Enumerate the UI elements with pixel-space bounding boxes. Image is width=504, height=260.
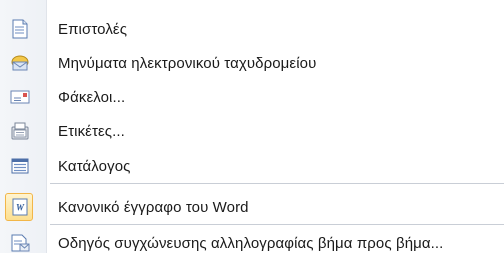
menu-item-label: Επιστολές — [58, 20, 128, 38]
envelope-icon — [8, 85, 32, 109]
menu-item-envelopes[interactable]: Φάκελοι... — [0, 80, 504, 114]
start-mail-merge-menu: Επιστολές Μηνύματα ηλεκτρονικού ταχυδρομ… — [0, 0, 504, 253]
menu-separator — [50, 224, 504, 225]
mail-merge-wizard-icon — [8, 231, 32, 255]
menu-item-label: Οδηγός συγχώνευσης αλληλογραφίας βήμα πρ… — [58, 234, 444, 252]
directory-list-icon — [8, 154, 32, 178]
menu-item-label: Κατάλογος — [58, 157, 131, 175]
menu-item-label: Κανονικό έγγραφο του Word — [58, 198, 249, 216]
menu-item-mail-merge-wizard[interactable]: Οδηγός συγχώνευσης αλληλογραφίας βήμα πρ… — [0, 226, 504, 260]
menu-item-normal-word-document[interactable]: W Κανονικό έγγραφο του Word — [0, 190, 504, 224]
labels-icon — [8, 119, 32, 143]
menu-item-email-messages[interactable]: Μηνύματα ηλεκτρονικού ταχυδρομείου — [0, 46, 504, 80]
email-message-icon — [8, 51, 32, 75]
word-document-icon: W — [8, 195, 32, 219]
menu-item-label: Φάκελοι... — [58, 88, 126, 106]
svg-text:W: W — [16, 203, 25, 213]
letter-document-icon — [8, 17, 32, 41]
menu-separator — [50, 183, 504, 184]
menu-item-directory[interactable]: Κατάλογος — [0, 149, 504, 183]
menu-item-labels[interactable]: Ετικέτες... — [0, 114, 504, 148]
menu-item-label: Μηνύματα ηλεκτρονικού ταχυδρομείου — [58, 54, 317, 72]
menu-item-letters[interactable]: Επιστολές — [0, 12, 504, 46]
menu-item-label: Ετικέτες... — [58, 122, 125, 140]
